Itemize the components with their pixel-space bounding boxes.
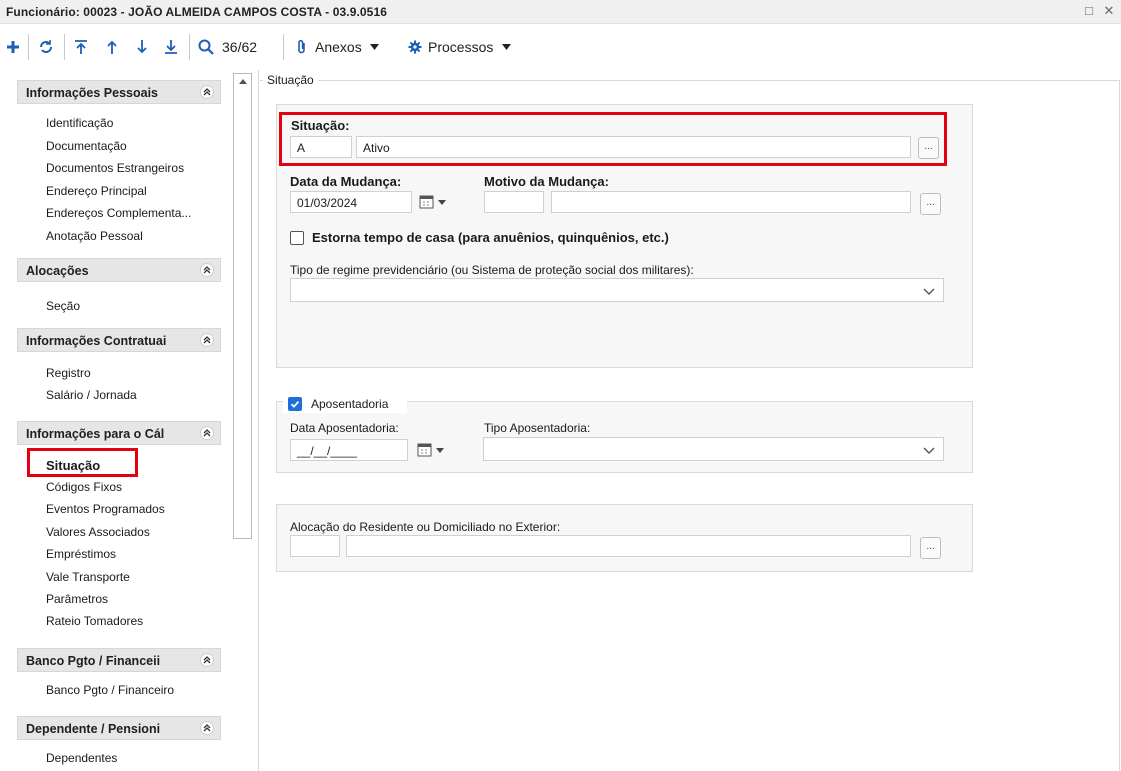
sidebar-item-dependentes[interactable]: Dependentes [46, 751, 117, 765]
alocacao-label: Alocação do Residente ou Domiciliado no … [290, 520, 561, 534]
toolbar-divider [64, 34, 65, 60]
calendar-icon[interactable] [416, 439, 452, 461]
sidebar-item-parametros[interactable]: Parâmetros [46, 592, 108, 606]
alocacao-code-input[interactable] [290, 535, 340, 557]
sidebar-group-dependente-pensionista[interactable]: Dependente / Pensioni [17, 716, 221, 740]
collapse-icon[interactable] [200, 85, 214, 99]
section-title: Situação [263, 73, 318, 87]
processes-label: Processos [428, 39, 494, 55]
first-record-icon[interactable] [72, 36, 90, 58]
calendar-icon[interactable] [418, 191, 454, 213]
data-mudanca-input[interactable]: 01/03/2024 [290, 191, 412, 213]
highlight-box [279, 112, 947, 166]
sidebar-item-endereco-principal[interactable]: Endereço Principal [46, 184, 147, 198]
sidebar-item-salario-jornada[interactable]: Salário / Jornada [46, 388, 137, 402]
panel-divider [258, 70, 259, 771]
scroll-up-icon[interactable] [239, 79, 247, 84]
sidebar-group-informacoes-pessoais[interactable]: Informações Pessoais [17, 80, 221, 104]
collapse-icon[interactable] [200, 263, 214, 277]
collapse-icon[interactable] [200, 721, 214, 735]
add-icon[interactable] [4, 36, 22, 58]
motivo-description-input[interactable] [551, 191, 911, 213]
motivo-lookup-button[interactable]: ... [920, 193, 941, 215]
tipo-aposentadoria-select[interactable] [483, 437, 944, 461]
last-record-icon[interactable] [162, 36, 180, 58]
refresh-icon[interactable] [36, 36, 56, 58]
sidebar-item-identificacao[interactable]: Identificação [46, 116, 113, 130]
sidebar: Informações Pessoais Identificação Docum… [0, 70, 226, 771]
window-title: Funcionário: 00023 - JOÃO ALMEIDA CAMPOS… [6, 5, 387, 19]
data-mudanca-label: Data da Mudança: [290, 174, 402, 189]
motivo-mudanca-label: Motivo da Mudança: [484, 174, 609, 189]
sidebar-item-eventos-programados[interactable]: Eventos Programados [46, 502, 165, 516]
sidebar-group-informacoes-calculo[interactable]: Informações para o Cál [17, 421, 221, 445]
sidebar-item-banco-pgto-financeiro[interactable]: Banco Pgto / Financeiro [46, 683, 174, 697]
title-bar: Funcionário: 00023 - JOÃO ALMEIDA CAMPOS… [0, 0, 1121, 24]
sidebar-item-documentos-estrangeiros[interactable]: Documentos Estrangeiros [46, 161, 184, 175]
regime-select[interactable] [290, 278, 944, 302]
record-counter: 36/62 [222, 39, 258, 55]
aposentadoria-checkbox[interactable] [288, 397, 302, 411]
attachments-button[interactable]: Anexos [296, 36, 400, 58]
motivo-code-input[interactable] [484, 191, 544, 213]
attachments-label: Anexos [315, 39, 362, 55]
data-aposentadoria-input[interactable]: __/__/____ [290, 439, 408, 461]
sidebar-group-alocacoes[interactable]: Alocações [17, 258, 221, 282]
sidebar-group-banco-pgto[interactable]: Banco Pgto / Financeii [17, 648, 221, 672]
chevron-down-icon [923, 444, 935, 458]
data-aposentadoria-label: Data Aposentadoria: [290, 421, 399, 435]
estorna-label: Estorna tempo de casa (para anuênios, qu… [312, 230, 669, 245]
estorna-checkbox[interactable] [290, 231, 304, 245]
aposentadoria-label: Aposentadoria [311, 397, 389, 411]
processes-button[interactable]: Processos [408, 36, 530, 58]
next-record-icon[interactable] [134, 36, 150, 58]
sidebar-item-codigos-fixos[interactable]: Códigos Fixos [46, 480, 122, 494]
collapse-icon[interactable] [200, 333, 214, 347]
close-button[interactable]: ✕ [1100, 3, 1118, 19]
toolbar-divider [283, 34, 284, 60]
sidebar-item-valores-associados[interactable]: Valores Associados [46, 525, 150, 539]
sidebar-item-anotacao-pessoal[interactable]: Anotação Pessoal [46, 229, 143, 243]
previous-record-icon[interactable] [104, 36, 120, 58]
sidebar-group-informacoes-contratuais[interactable]: Informações Contratuai [17, 328, 221, 352]
sidebar-item-documentacao[interactable]: Documentação [46, 139, 127, 153]
maximize-button[interactable]: □ [1080, 3, 1098, 18]
sidebar-item-rateio-tomadores[interactable]: Rateio Tomadores [46, 614, 143, 628]
alocacao-lookup-button[interactable]: ... [920, 537, 941, 559]
check-icon [290, 400, 300, 408]
chevron-down-icon [923, 285, 935, 299]
sidebar-item-emprestimos[interactable]: Empréstimos [46, 547, 116, 561]
highlight-box [27, 448, 138, 477]
gear-icon [408, 40, 422, 54]
sidebar-scrollbar[interactable] [233, 73, 252, 539]
sidebar-item-secao[interactable]: Seção [46, 299, 80, 313]
alocacao-description-input[interactable] [346, 535, 911, 557]
sidebar-item-enderecos-complementares[interactable]: Endereços Complementa... [46, 206, 191, 220]
toolbar-divider [189, 34, 190, 60]
search-icon[interactable] [196, 36, 216, 58]
toolbar-divider [28, 34, 29, 60]
paperclip-icon [296, 39, 308, 55]
tipo-aposentadoria-label: Tipo Aposentadoria: [484, 421, 591, 435]
toolbar: 36/62 Anexos Processos [0, 24, 1121, 70]
sidebar-item-registro[interactable]: Registro [46, 366, 91, 380]
collapse-icon[interactable] [200, 426, 214, 440]
sidebar-item-vale-transporte[interactable]: Vale Transporte [46, 570, 130, 584]
regime-label: Tipo de regime previdenciário (ou Sistem… [290, 263, 694, 277]
chevron-down-icon [369, 44, 379, 50]
collapse-icon[interactable] [200, 653, 214, 667]
chevron-down-icon [502, 44, 512, 50]
